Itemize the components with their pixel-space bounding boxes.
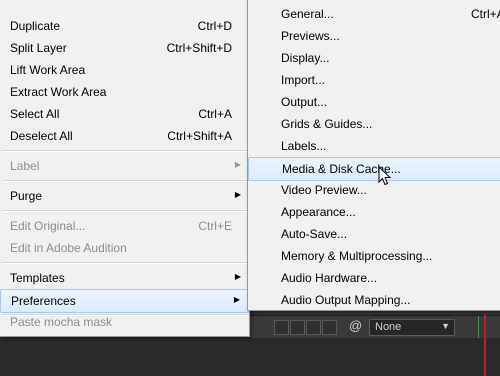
menu-item-label: Duplicate (10, 19, 61, 33)
menu-item-label: Audio Output Mapping... (281, 293, 411, 307)
menu-item-label: Memory & Multiprocessing... (281, 249, 433, 263)
submenu-item-labels[interactable]: Labels... (248, 135, 500, 157)
menu-item-label: Lift Work Area (10, 63, 86, 77)
menu-item-shortcut: Ctrl+D (197, 19, 232, 33)
menu-item-label: Extract Work Area (10, 85, 107, 99)
menu-item-templates[interactable]: Templates ▶ (0, 267, 249, 289)
playhead[interactable] (484, 314, 486, 376)
work-area-marker (478, 316, 479, 338)
menu-item-label: Purge (10, 189, 43, 203)
menu-item-label: Audio Hardware... (281, 271, 378, 285)
toolbar-toggle-1[interactable] (274, 320, 289, 335)
submenu-item-auto-save[interactable]: Auto-Save... (248, 223, 500, 245)
menu-item-duplicate[interactable]: Duplicate Ctrl+D (0, 15, 249, 37)
menu-item-label: Select All (10, 107, 60, 121)
spiral-icon[interactable]: @ (349, 318, 362, 333)
menu-item-paste-mocha-mask[interactable]: Paste mocha mask (0, 311, 249, 333)
menu-item-label: Output... (281, 95, 328, 109)
menu-item-select-all[interactable]: Select All Ctrl+A (0, 103, 249, 125)
menu-item-extract-work-area[interactable]: Extract Work Area (0, 81, 249, 103)
submenu-item-video-preview[interactable]: Video Preview... (248, 179, 500, 201)
toolbar-toggle-2[interactable] (290, 320, 305, 335)
submenu-item-media-disk-cache[interactable]: Media & Disk Cache... (248, 157, 500, 181)
menu-item-label: Paste mocha mask (10, 315, 113, 329)
menu-item-label: Edit Original... (10, 219, 86, 233)
preferences-submenu: General... Ctrl+A Previews... Display...… (247, 0, 500, 311)
chevron-down-icon: ▼ (441, 321, 450, 331)
menu-item-label: Appearance... (281, 205, 356, 219)
menu-item-preferences[interactable]: Preferences ▶ (0, 289, 249, 313)
timeline-toolbar: @ None ▼ (250, 314, 500, 376)
menu-item-split-layer[interactable]: Split Layer Ctrl+Shift+D (0, 37, 249, 59)
menu-item-edit-in-audition[interactable]: Edit in Adobe Audition (0, 237, 249, 259)
submenu-arrow-icon: ▶ (234, 190, 241, 199)
menu-item-deselect-all[interactable]: Deselect All Ctrl+Shift+A (0, 125, 249, 147)
parent-dropdown[interactable]: None ▼ (369, 319, 455, 336)
menu-item-label: Label (10, 159, 40, 173)
menu-item-shortcut: Ctrl+A (198, 107, 232, 121)
menu-item-lift-work-area[interactable]: Lift Work Area (0, 59, 249, 81)
submenu-item-output[interactable]: Output... (248, 91, 500, 113)
menu-item-label: Video Preview... (281, 183, 367, 197)
submenu-item-import[interactable]: Import... (248, 69, 500, 91)
menu-item-label: Labels... (281, 139, 327, 153)
menu-separator (2, 150, 247, 152)
menu-item-label: Split Layer (10, 41, 67, 55)
menu-item-label-submenu[interactable]: Label ▶ (0, 155, 249, 177)
menu-item-label: Edit in Adobe Audition (10, 241, 127, 255)
mouse-cursor-icon (378, 166, 392, 186)
submenu-item-audio-hardware[interactable]: Audio Hardware... (248, 267, 500, 289)
menu-item-label: Grids & Guides... (281, 117, 373, 131)
menu-item-label: Previews... (281, 29, 340, 43)
menu-item-edit-original[interactable]: Edit Original... Ctrl+E (0, 215, 249, 237)
submenu-item-previews[interactable]: Previews... (248, 25, 500, 47)
menu-item-purge[interactable]: Purge ▶ (0, 185, 249, 207)
menu-item-label: General... (281, 7, 334, 21)
menu-separator (2, 180, 247, 182)
submenu-item-grids-guides[interactable]: Grids & Guides... (248, 113, 500, 135)
submenu-item-memory-multiprocessing[interactable]: Memory & Multiprocessing... (248, 245, 500, 267)
toolbar-toggle-4[interactable] (322, 320, 337, 335)
menu-separator (2, 262, 247, 264)
menu-item-label: Deselect All (10, 129, 73, 143)
submenu-item-general[interactable]: General... Ctrl+A (248, 3, 500, 25)
menu-item-label: Auto-Save... (281, 227, 348, 241)
menu-item-label: Templates (10, 271, 65, 285)
toolbar-toggle-3[interactable] (306, 320, 321, 335)
submenu-item-appearance[interactable]: Appearance... (248, 201, 500, 223)
menu-item-shortcut: Ctrl+A (471, 7, 500, 21)
menu-item-label: Preferences (11, 294, 76, 308)
menu-item-shortcut: Ctrl+Shift+D (166, 41, 232, 55)
submenu-item-display[interactable]: Display... (248, 47, 500, 69)
menu-item-shortcut: Ctrl+E (198, 219, 232, 233)
menu-item-label: Display... (281, 51, 330, 65)
menu-item-shortcut: Ctrl+Shift+A (167, 129, 232, 143)
submenu-arrow-icon: ▶ (233, 295, 240, 304)
menu-item-label: Import... (281, 73, 326, 87)
timeline-area (0, 337, 500, 375)
submenu-item-audio-output-mapping[interactable]: Audio Output Mapping... (248, 289, 500, 311)
menu-separator (2, 210, 247, 212)
submenu-arrow-icon: ▶ (234, 160, 241, 169)
parent-dropdown-value: None (375, 321, 402, 333)
layer-context-menu: Duplicate Ctrl+D Split Layer Ctrl+Shift+… (0, 0, 250, 337)
submenu-arrow-icon: ▶ (234, 272, 241, 281)
